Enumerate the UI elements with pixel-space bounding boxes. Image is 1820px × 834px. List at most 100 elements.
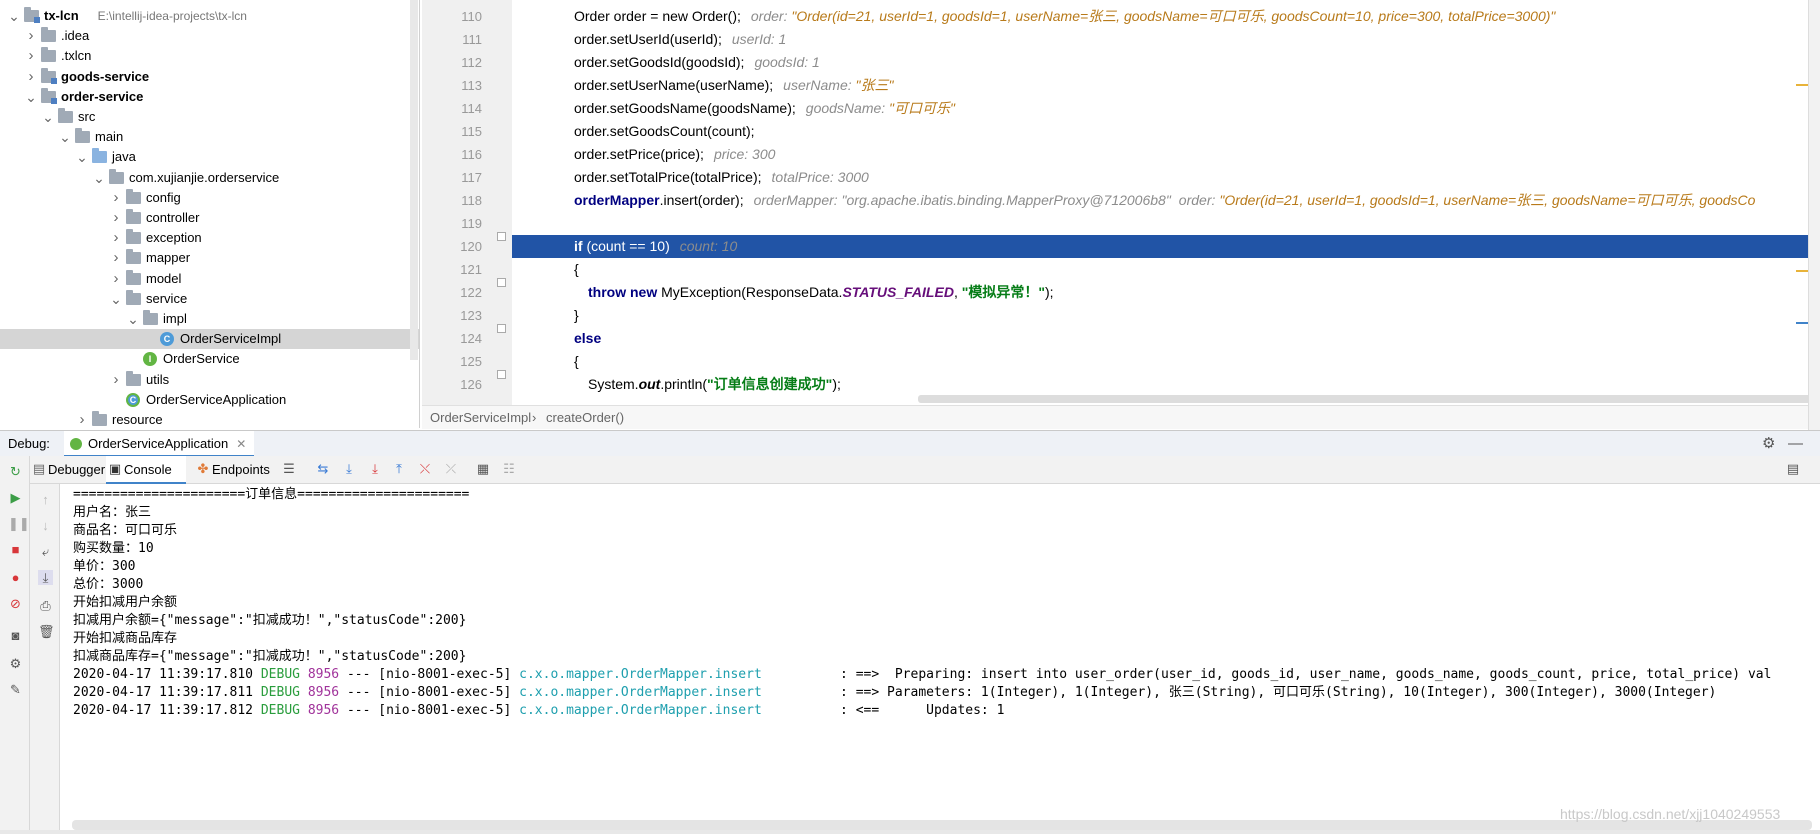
tree-item-java[interactable]: ⌄ java (0, 147, 419, 167)
chevron-down-icon[interactable]: ⌄ (42, 107, 54, 127)
fold-marker-icon[interactable] (497, 324, 506, 333)
console-output[interactable]: ======================订单信息==============… (61, 484, 1811, 820)
warning-marker[interactable] (1796, 84, 1808, 86)
code-line[interactable]: order.setPrice(price); price: 300 (512, 143, 1820, 166)
drop-frame-icon[interactable]: ⤬ (418, 462, 432, 476)
code-line[interactable]: { (512, 350, 1820, 373)
tree-scrollbar[interactable] (410, 0, 418, 360)
step-over-icon[interactable]: ⤓ (342, 462, 356, 476)
view-breakpoints-icon[interactable]: ● (8, 570, 23, 585)
tree-item-tx-lcn[interactable]: ⌄ tx-lcn E:\intellij-idea-projects\tx-lcn (0, 6, 419, 26)
trace-icon[interactable]: ☷ (502, 462, 516, 476)
code-line[interactable]: if (count == 10) count: 10 (512, 235, 1820, 258)
debug-config-tab[interactable]: OrderServiceApplication ✕ (64, 431, 255, 457)
code-line[interactable] (512, 212, 1820, 235)
stop-icon[interactable]: ■ (8, 542, 23, 557)
code-line[interactable]: order.setTotalPrice(totalPrice); totalPri… (512, 166, 1820, 189)
tree-item-mapper[interactable]: › mapper (0, 248, 419, 268)
scroll-to-end-icon[interactable]: ⤓ (38, 570, 53, 585)
code-line[interactable]: order.setGoodsId(goodsId); goodsId: 1 (512, 51, 1820, 74)
chevron-right-icon[interactable]: › (25, 46, 37, 66)
settings-icon[interactable]: ⚙ (8, 656, 23, 671)
evaluate-expression-icon[interactable]: ▦ (476, 462, 490, 476)
tree-item-src[interactable]: ⌄ src (0, 107, 419, 127)
tab-debugger[interactable]: ▤ Debugger (30, 456, 105, 484)
soft-wrap-icon[interactable]: ⤶ (38, 544, 53, 559)
menu-icon[interactable]: ☰ (282, 462, 296, 476)
fold-marker-icon[interactable] (497, 370, 506, 379)
fold-marker-icon[interactable] (497, 232, 506, 241)
run-to-cursor-icon[interactable]: ⤫ (444, 462, 458, 476)
warning-marker[interactable] (1796, 270, 1808, 272)
pin-icon[interactable]: ✎ (8, 682, 23, 697)
tree-item-com-xujianjie-orderservice[interactable]: ⌄ com.xujianjie.orderservice (0, 168, 419, 188)
code-line[interactable]: else (512, 327, 1820, 350)
code-line[interactable]: System.out.println("订单信息创建成功"); (512, 373, 1820, 396)
up-arrow-icon[interactable]: ↑ (38, 492, 53, 507)
tree-item-orderserviceapplication[interactable]: C OrderServiceApplication (0, 390, 419, 410)
chevron-down-icon[interactable]: ⌄ (8, 6, 20, 26)
code-line[interactable]: throw new MyException(ResponseData.STATU… (512, 281, 1820, 304)
chevron-right-icon[interactable]: › (110, 248, 122, 268)
chevron-down-icon[interactable]: ⌄ (93, 168, 105, 188)
chevron-right-icon[interactable]: › (25, 26, 37, 46)
layout-settings-icon[interactable]: ▤ (1786, 462, 1800, 476)
editor-horizontal-scrollbar[interactable] (918, 395, 1820, 403)
show-execution-point-icon[interactable]: ⇆ (316, 462, 330, 476)
chevron-down-icon[interactable]: ⌄ (110, 289, 122, 309)
breadcrumb-class[interactable]: OrderServiceImpl (430, 406, 531, 430)
code-line[interactable]: Order order = new Order(); order: "Order(… (512, 5, 1820, 28)
code-line[interactable]: } (512, 304, 1820, 327)
code-line[interactable]: order.setGoodsCount(count); (512, 120, 1820, 143)
error-stripe-marker[interactable] (1796, 322, 1808, 324)
chevron-right-icon[interactable]: › (110, 370, 122, 390)
tree-item-controller[interactable]: › controller (0, 208, 419, 228)
minimize-icon[interactable]: — (1788, 431, 1803, 457)
tree-item-config[interactable]: › config (0, 188, 419, 208)
tree-item--txlcn[interactable]: › .txlcn (0, 46, 419, 66)
chevron-down-icon[interactable]: ⌄ (127, 309, 139, 329)
chevron-right-icon[interactable]: › (110, 269, 122, 289)
gear-icon[interactable]: ⚙ (1762, 431, 1775, 457)
code-line[interactable]: order.setUserName(userName); userName: "张… (512, 74, 1820, 97)
chevron-right-icon[interactable]: › (76, 410, 88, 428)
tab-endpoints[interactable]: ✤ Endpoints (194, 456, 278, 484)
tree-item-model[interactable]: › model (0, 269, 419, 289)
tree-item-orderservice[interactable]: I OrderService (0, 349, 419, 369)
mute-breakpoints-icon[interactable]: ⊘ (8, 596, 23, 611)
tree-item-resource[interactable]: › resource (0, 410, 419, 428)
camera-icon[interactable]: ◙ (8, 628, 23, 643)
tree-item-impl[interactable]: ⌄ impl (0, 309, 419, 329)
breadcrumb-method[interactable]: createOrder() (546, 406, 624, 430)
tree-item-exception[interactable]: › exception (0, 228, 419, 248)
print-icon[interactable]: ⎙ (38, 598, 53, 613)
trash-icon[interactable]: 🗑 (38, 624, 55, 639)
step-into-icon[interactable]: ⤓ (368, 462, 382, 476)
chevron-down-icon[interactable]: ⌄ (76, 147, 88, 167)
close-icon[interactable]: ✕ (236, 437, 246, 451)
step-out-icon[interactable]: ⤒ (392, 462, 406, 476)
pause-icon[interactable]: ❚❚ (8, 516, 30, 531)
rerun-icon[interactable]: ↻ (8, 464, 23, 479)
code-line[interactable]: orderMapper.insert(order); orderMapper: "… (512, 189, 1820, 212)
tree-item-orderserviceimpl[interactable]: C OrderServiceImpl (0, 329, 419, 350)
tree-item-main[interactable]: ⌄ main (0, 127, 419, 147)
tree-item--idea[interactable]: › .idea (0, 26, 419, 46)
tab-console[interactable]: ▣ Console (106, 456, 186, 484)
chevron-right-icon[interactable]: › (110, 228, 122, 248)
code-editor[interactable]: 110 111 112 113 114 115 116 117 118 119 120 121 122 1… (422, 0, 1820, 405)
tree-item-utils[interactable]: › utils (0, 370, 419, 390)
code-line[interactable]: { (512, 258, 1820, 281)
code-line[interactable]: order.setUserId(userId); userId: 1 (512, 28, 1820, 51)
tree-item-order-service[interactable]: ⌄ order-service (0, 87, 419, 107)
chevron-right-icon[interactable]: › (25, 67, 37, 87)
chevron-down-icon[interactable]: ⌄ (59, 127, 71, 147)
tree-item-goods-service[interactable]: › goods-service (0, 67, 419, 87)
code-line[interactable]: order.setGoodsName(goodsName); goodsName:… (512, 97, 1820, 120)
fold-marker-icon[interactable] (497, 278, 506, 287)
chevron-right-icon[interactable]: › (110, 188, 122, 208)
chevron-down-icon[interactable]: ⌄ (25, 87, 37, 107)
resume-icon[interactable]: ▶ (8, 490, 23, 505)
tree-item-service[interactable]: ⌄ service (0, 289, 419, 309)
down-arrow-icon[interactable]: ↓ (38, 518, 53, 533)
